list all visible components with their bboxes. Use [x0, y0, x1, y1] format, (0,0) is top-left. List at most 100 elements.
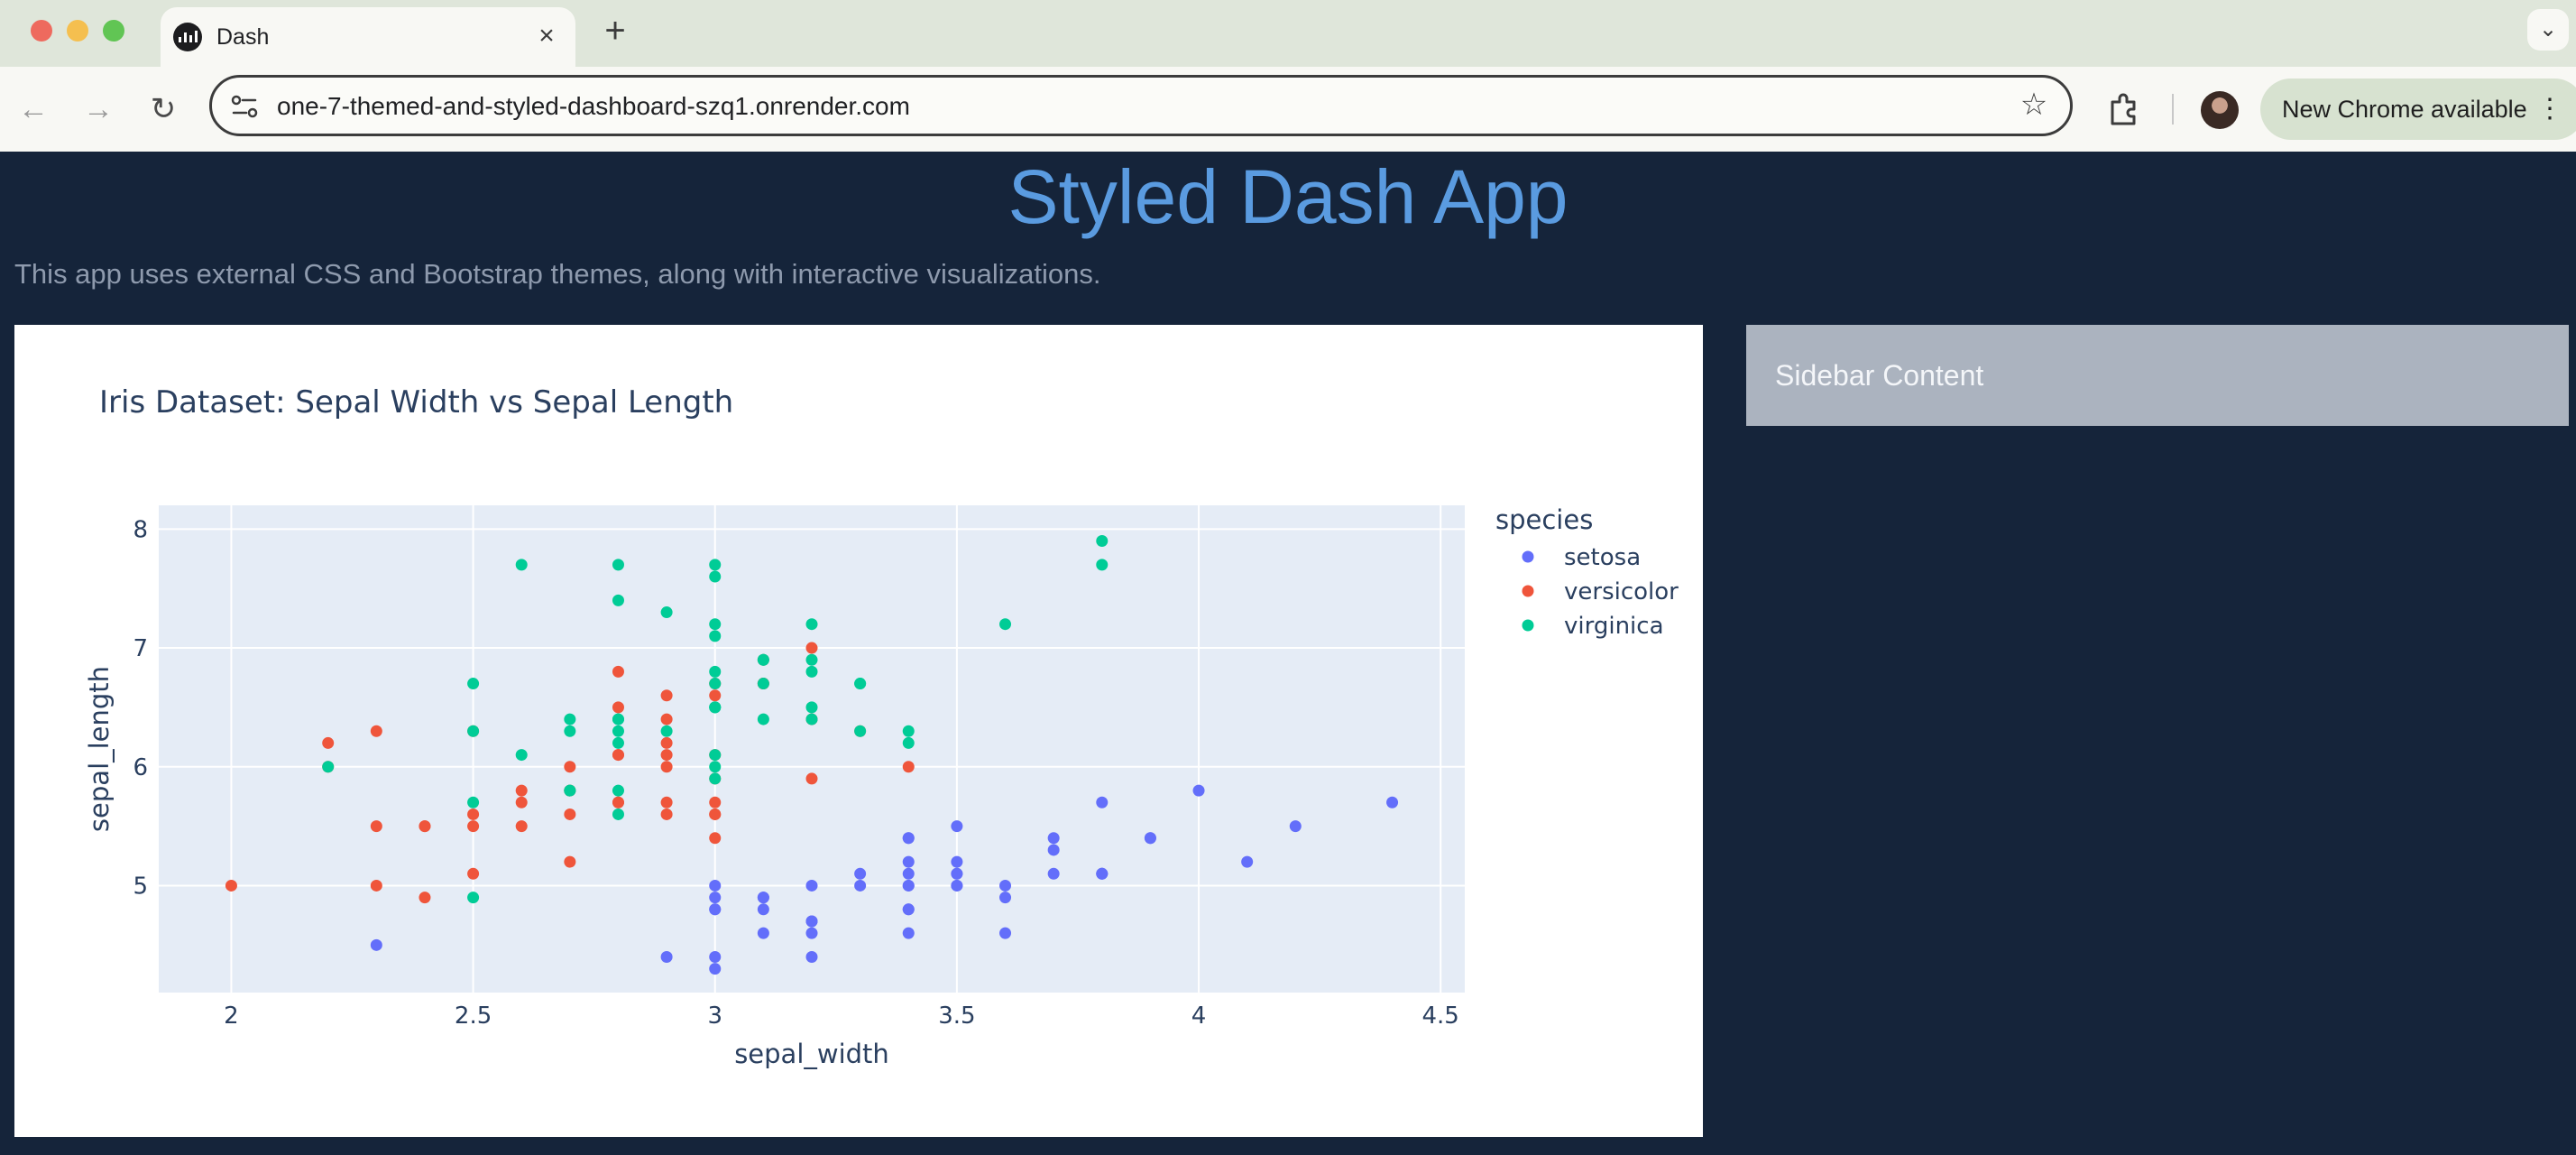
close-icon[interactable]: ×	[530, 20, 563, 52]
data-point-setosa[interactable]	[709, 892, 722, 904]
data-point-setosa[interactable]	[951, 855, 963, 868]
data-point-virginica[interactable]	[564, 713, 576, 725]
data-point-setosa[interactable]	[1047, 844, 1060, 856]
data-point-versicolor[interactable]	[660, 796, 673, 808]
data-point-virginica[interactable]	[660, 606, 673, 619]
data-point-setosa[interactable]	[1241, 855, 1254, 868]
site-info-icon[interactable]	[228, 90, 261, 123]
forward-icon[interactable]: →	[78, 88, 119, 130]
data-point-virginica[interactable]	[757, 713, 769, 725]
data-point-setosa[interactable]	[854, 867, 867, 880]
browser-tab[interactable]: Dash ×	[161, 7, 575, 67]
data-point-virginica[interactable]	[467, 678, 480, 690]
data-point-setosa[interactable]	[951, 879, 963, 892]
data-point-virginica[interactable]	[612, 808, 624, 820]
data-point-virginica[interactable]	[902, 736, 915, 749]
data-point-virginica[interactable]	[805, 701, 818, 714]
data-point-setosa[interactable]	[1386, 796, 1399, 808]
data-point-virginica[interactable]	[805, 665, 818, 678]
data-point-virginica[interactable]	[805, 618, 818, 631]
reload-icon[interactable]: ↻	[143, 88, 184, 130]
data-point-versicolor[interactable]	[805, 772, 818, 785]
data-point-setosa[interactable]	[902, 879, 915, 892]
data-point-virginica[interactable]	[709, 570, 722, 583]
data-point-setosa[interactable]	[902, 903, 915, 916]
data-point-virginica[interactable]	[612, 736, 624, 749]
data-point-virginica[interactable]	[709, 749, 722, 762]
data-point-versicolor[interactable]	[515, 784, 528, 797]
data-point-setosa[interactable]	[1047, 832, 1060, 845]
legend[interactable]: setosa versicolor virginica	[1522, 544, 1679, 640]
data-point-virginica[interactable]	[612, 559, 624, 571]
scatter-chart[interactable]: Iris Dataset: Sepal Width vs Sepal Lengt…	[14, 325, 1703, 1137]
data-point-setosa[interactable]	[1096, 867, 1109, 880]
legend-marker-versicolor[interactable]	[1522, 585, 1534, 597]
data-point-setosa[interactable]	[902, 855, 915, 868]
data-point-virginica[interactable]	[1096, 559, 1109, 571]
data-point-virginica[interactable]	[709, 701, 722, 714]
data-point-virginica[interactable]	[564, 784, 576, 797]
data-point-setosa[interactable]	[951, 820, 963, 833]
data-point-virginica[interactable]	[467, 725, 480, 737]
minimize-window-button[interactable]	[67, 20, 88, 42]
data-point-setosa[interactable]	[370, 938, 382, 951]
data-point-virginica[interactable]	[612, 725, 624, 737]
data-point-versicolor[interactable]	[467, 867, 480, 880]
chrome-update-button[interactable]: New Chrome available ⋮	[2260, 79, 2576, 140]
data-point-virginica[interactable]	[564, 725, 576, 737]
data-point-virginica[interactable]	[854, 725, 867, 737]
data-point-versicolor[interactable]	[564, 761, 576, 773]
data-point-virginica[interactable]	[709, 678, 722, 690]
data-point-versicolor[interactable]	[370, 879, 382, 892]
data-point-setosa[interactable]	[805, 927, 818, 939]
data-point-setosa[interactable]	[1096, 796, 1109, 808]
data-point-virginica[interactable]	[515, 559, 528, 571]
data-point-setosa[interactable]	[902, 832, 915, 845]
data-point-versicolor[interactable]	[709, 808, 722, 820]
chevron-down-icon[interactable]: ⌄	[2527, 9, 2569, 51]
data-point-setosa[interactable]	[757, 927, 769, 939]
data-point-versicolor[interactable]	[612, 665, 624, 678]
data-point-versicolor[interactable]	[515, 820, 528, 833]
data-point-setosa[interactable]	[805, 950, 818, 963]
data-point-setosa[interactable]	[709, 963, 722, 975]
data-point-setosa[interactable]	[1192, 784, 1205, 797]
data-point-versicolor[interactable]	[225, 879, 237, 892]
data-point-setosa[interactable]	[902, 927, 915, 939]
data-point-virginica[interactable]	[757, 653, 769, 666]
data-point-virginica[interactable]	[709, 772, 722, 785]
legend-label-setosa[interactable]: setosa	[1564, 544, 1641, 571]
data-point-virginica[interactable]	[1096, 535, 1109, 548]
data-point-versicolor[interactable]	[467, 820, 480, 833]
data-point-setosa[interactable]	[999, 892, 1012, 904]
data-point-setosa[interactable]	[1047, 867, 1060, 880]
data-point-virginica[interactable]	[805, 653, 818, 666]
data-point-versicolor[interactable]	[370, 725, 382, 737]
data-point-versicolor[interactable]	[660, 689, 673, 702]
data-point-setosa[interactable]	[805, 879, 818, 892]
data-point-virginica[interactable]	[467, 796, 480, 808]
data-point-versicolor[interactable]	[660, 761, 673, 773]
back-icon[interactable]: ←	[13, 88, 54, 130]
extensions-icon[interactable]	[2103, 89, 2143, 129]
address-bar[interactable]: one-7-themed-and-styled-dashboard-szq1.o…	[209, 75, 2073, 136]
data-point-versicolor[interactable]	[467, 808, 480, 820]
data-point-setosa[interactable]	[854, 879, 867, 892]
data-point-versicolor[interactable]	[515, 796, 528, 808]
data-point-virginica[interactable]	[322, 761, 335, 773]
data-point-versicolor[interactable]	[564, 855, 576, 868]
data-point-versicolor[interactable]	[805, 642, 818, 654]
data-point-setosa[interactable]	[757, 903, 769, 916]
data-point-virginica[interactable]	[612, 784, 624, 797]
data-point-setosa[interactable]	[805, 915, 818, 928]
data-point-setosa[interactable]	[999, 879, 1012, 892]
kebab-icon[interactable]: ⋮	[2536, 93, 2563, 125]
data-point-setosa[interactable]	[709, 903, 722, 916]
data-point-virginica[interactable]	[467, 892, 480, 904]
data-point-virginica[interactable]	[612, 594, 624, 606]
star-icon[interactable]: ☆	[2016, 87, 2052, 123]
data-point-versicolor[interactable]	[612, 701, 624, 714]
data-point-virginica[interactable]	[805, 713, 818, 725]
data-point-virginica[interactable]	[854, 678, 867, 690]
data-point-setosa[interactable]	[757, 892, 769, 904]
